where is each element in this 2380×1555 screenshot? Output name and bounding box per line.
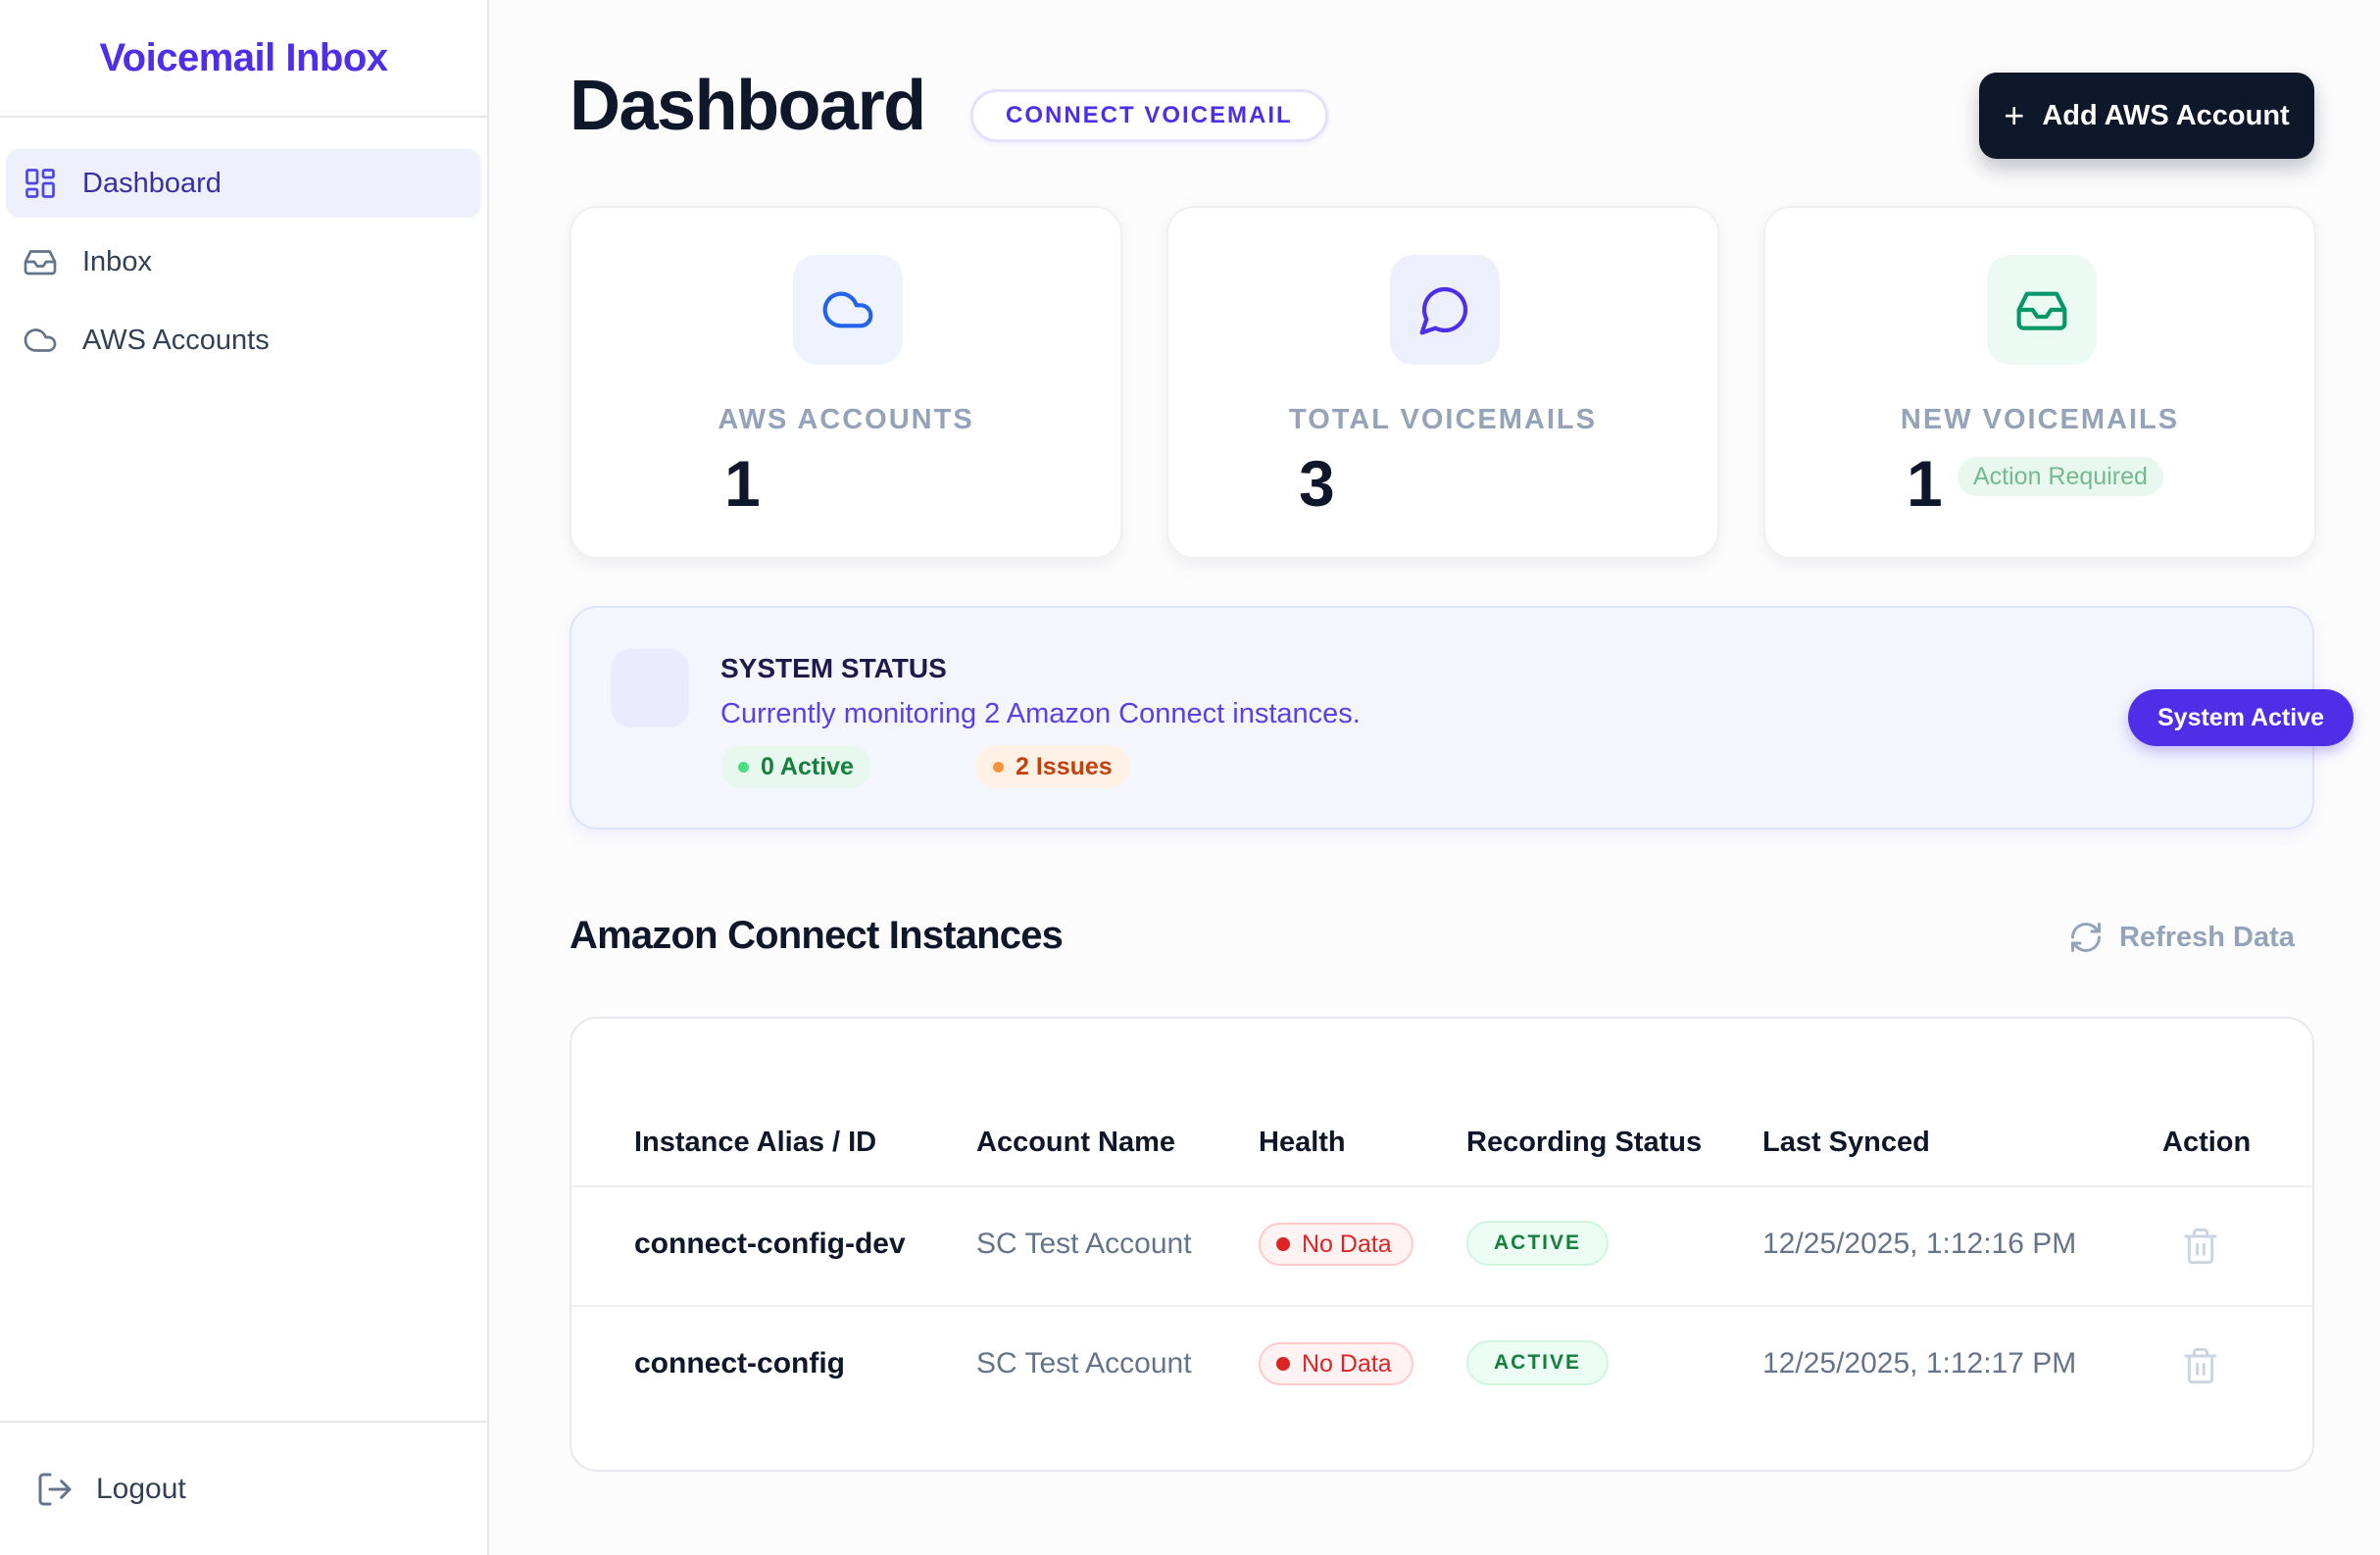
- last-synced: 12/25/2025, 1:12:16 PM: [1762, 1228, 2077, 1260]
- cloud-icon: [22, 322, 59, 359]
- active-count-pill: 0 Active: [720, 745, 871, 788]
- sidebar-nav: Dashboard Inbox AWS Accounts: [0, 118, 487, 375]
- status-dot-icon: [993, 761, 1004, 773]
- row-divider: [571, 1305, 2312, 1307]
- column-header: Health: [1259, 1127, 1346, 1158]
- chat-bubble-icon: [1390, 255, 1500, 365]
- column-header: Account Name: [976, 1127, 1176, 1158]
- section-title: Amazon Connect Instances: [570, 914, 1064, 957]
- row-divider: [571, 1185, 2312, 1187]
- column-header: Last Synced: [1762, 1127, 1930, 1158]
- delete-instance-button[interactable]: [2181, 1344, 2220, 1387]
- stat-label: TOTAL VOICEMAILS: [1289, 404, 1597, 435]
- status-dot-icon: [1276, 1357, 1290, 1371]
- recording-status-badge: ACTIVE: [1466, 1221, 1610, 1266]
- stat-value: 1: [1907, 447, 1943, 520]
- sidebar: Voicemail Inbox Dashboard Inbox AWS Acco…: [0, 0, 489, 1555]
- logout-button[interactable]: Logout: [35, 1470, 186, 1509]
- sidebar-item-aws-accounts[interactable]: AWS Accounts: [6, 306, 481, 375]
- column-header: Action: [2162, 1127, 2252, 1158]
- sidebar-item-label: Dashboard: [82, 167, 222, 199]
- sidebar-item-inbox[interactable]: Inbox: [6, 227, 481, 296]
- dashboard-grid-icon: [22, 165, 59, 202]
- refresh-icon: [2068, 920, 2104, 955]
- plus-icon: +: [2004, 95, 2025, 135]
- inbox-tray-icon: [22, 243, 59, 280]
- stat-card-aws-accounts: AWS ACCOUNTS 1: [570, 206, 1122, 559]
- logout-label: Logout: [96, 1472, 186, 1505]
- sidebar-item-label: Inbox: [82, 245, 152, 277]
- system-active-button[interactable]: System Active: [2128, 689, 2354, 746]
- status-icon-placeholder: [611, 649, 689, 727]
- instances-table: Instance Alias / ID Account Name Health …: [570, 1017, 2314, 1472]
- page-title: Dashboard: [570, 67, 926, 145]
- inbox-tray-icon: [1987, 255, 2097, 365]
- sidebar-item-dashboard[interactable]: Dashboard: [6, 149, 481, 218]
- last-synced: 12/25/2025, 1:12:17 PM: [1762, 1347, 2077, 1379]
- system-status-title: SYSTEM STATUS: [720, 653, 947, 683]
- stat-card-total-voicemails: TOTAL VOICEMAILS 3: [1166, 206, 1719, 559]
- instance-alias: connect-config-dev: [634, 1228, 906, 1260]
- add-aws-account-button[interactable]: + Add AWS Account: [1979, 73, 2314, 159]
- health-label: No Data: [1302, 1229, 1392, 1258]
- column-header: Recording Status: [1466, 1127, 1703, 1158]
- refresh-data-label: Refresh Data: [2119, 921, 2295, 953]
- system-status-message: Currently monitoring 2 Amazon Connect in…: [720, 698, 1361, 729]
- trash-icon: [2184, 1228, 2217, 1265]
- sidebar-item-label: AWS Accounts: [82, 324, 270, 356]
- cloud-icon: [793, 255, 903, 365]
- stat-value: 3: [1299, 447, 1335, 520]
- account-name: SC Test Account: [976, 1228, 1192, 1260]
- health-badge: No Data: [1259, 1223, 1413, 1266]
- action-required-badge: Action Required: [1958, 457, 2163, 496]
- instance-alias: connect-config: [634, 1347, 845, 1379]
- issues-count-pill: 2 Issues: [975, 745, 1130, 788]
- stat-label: NEW VOICEMAILS: [1900, 404, 2180, 435]
- column-header: Instance Alias / ID: [634, 1127, 877, 1158]
- sidebar-footer: Logout: [0, 1421, 487, 1555]
- stat-label: AWS ACCOUNTS: [718, 404, 974, 435]
- trash-icon: [2184, 1347, 2217, 1384]
- health-badge: No Data: [1259, 1342, 1413, 1385]
- add-aws-account-label: Add AWS Account: [2042, 99, 2290, 131]
- refresh-data-button[interactable]: Refresh Data: [2068, 920, 2295, 955]
- account-name: SC Test Account: [976, 1347, 1192, 1379]
- issues-count-label: 2 Issues: [1016, 752, 1113, 780]
- connect-voicemail-badge: CONNECT VOICEMAIL: [970, 89, 1328, 142]
- delete-instance-button[interactable]: [2181, 1225, 2220, 1268]
- app-title: Voicemail Inbox: [0, 0, 487, 118]
- system-status-panel: SYSTEM STATUS Currently monitoring 2 Ama…: [570, 606, 2354, 829]
- main-content: Dashboard CONNECT VOICEMAIL + Add AWS Ac…: [490, 0, 2380, 1555]
- stat-card-new-voicemails: NEW VOICEMAILS 1 Action Required: [1763, 206, 2316, 559]
- stat-value: 1: [724, 447, 761, 520]
- recording-status-badge: ACTIVE: [1466, 1340, 1610, 1385]
- logout-icon: [35, 1470, 74, 1509]
- active-count-label: 0 Active: [761, 752, 854, 780]
- status-dot-icon: [1276, 1237, 1290, 1251]
- status-dot-icon: [738, 761, 749, 773]
- health-label: No Data: [1302, 1349, 1392, 1378]
